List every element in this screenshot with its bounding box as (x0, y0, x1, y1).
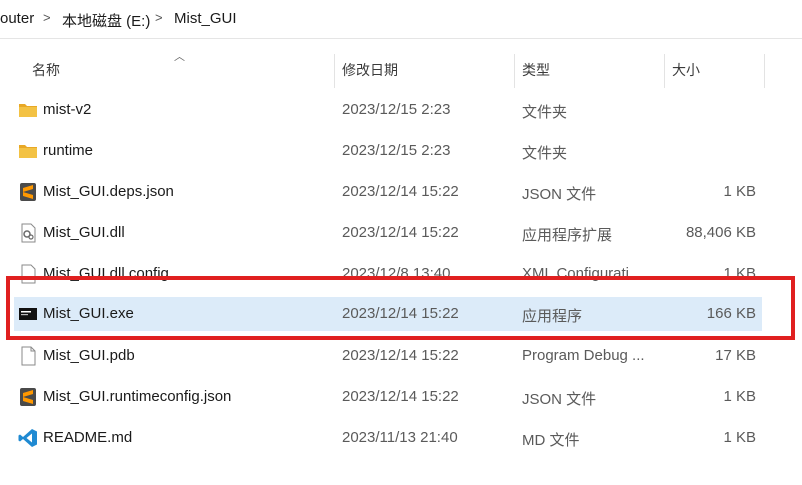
column-divider[interactable] (664, 54, 665, 88)
breadcrumb-item-drive[interactable]: 本地磁盘 (E:) (62, 10, 150, 31)
dll-file-icon (21, 223, 36, 243)
file-size: 1 KB (723, 429, 756, 446)
config-file-icon (21, 264, 36, 284)
sort-ascending-icon: ︿ (174, 51, 185, 63)
file-name: Mist_GUI.deps.json (43, 183, 174, 200)
file-row-mist-v2[interactable]: mist-v2 2023/12/15 2:23 文件夹 (14, 93, 762, 127)
column-divider[interactable] (334, 54, 335, 88)
breadcrumb-item-folder[interactable]: Mist_GUI (174, 10, 237, 27)
file-type: JSON 文件 (522, 186, 597, 203)
file-modified: 2023/12/14 15:22 (342, 388, 459, 405)
file-type: 应用程序扩展 (522, 227, 613, 244)
file-modified: 2023/11/13 21:40 (342, 429, 458, 446)
file-size: 88,406 KB (685, 224, 756, 241)
file-type: 应用程序 (522, 308, 583, 325)
file-modified: 2023/12/14 15:22 (342, 183, 459, 200)
sublime-file-icon (20, 388, 36, 406)
file-name: README.md (43, 429, 133, 446)
chevron-right-icon[interactable]: > (43, 10, 51, 25)
file-type: MD 文件 (522, 432, 580, 449)
file-type: 文件夹 (522, 145, 568, 162)
blank-file-icon (21, 346, 36, 366)
file-modified: 2023/12/15 2:23 (342, 101, 451, 118)
column-header-size[interactable]: 大小 (672, 60, 700, 80)
file-modified: 2023/12/14 15:22 (342, 305, 459, 322)
file-modified: 2023/12/14 15:22 (342, 347, 459, 364)
column-header-row: ︿ 名称 修改日期 类型 大小 (0, 42, 802, 92)
file-name: Mist_GUI.dll (43, 224, 125, 241)
column-divider[interactable] (514, 54, 515, 88)
column-header-name[interactable]: 名称 (32, 60, 60, 80)
chevron-right-icon[interactable]: > (155, 10, 163, 25)
file-row-readme[interactable]: README.md 2023/11/13 21:40 MD 文件 1 KB (14, 421, 762, 455)
file-modified: 2023/12/8 13:40 (342, 265, 451, 282)
file-row-dll[interactable]: Mist_GUI.dll 2023/12/14 15:22 应用程序扩展 88,… (14, 216, 762, 250)
file-type: JSON 文件 (522, 391, 597, 408)
file-name: Mist_GUI.exe (43, 305, 134, 322)
file-row-deps-json[interactable]: Mist_GUI.deps.json 2023/12/14 15:22 JSON… (14, 175, 762, 209)
sublime-file-icon (20, 183, 36, 201)
exe-app-icon (19, 308, 37, 320)
file-type: XML Configurati... (522, 265, 642, 282)
column-header-type[interactable]: 类型 (522, 60, 550, 80)
file-row-exe-selected[interactable]: Mist_GUI.exe 2023/12/14 15:22 应用程序 166 K… (14, 297, 762, 331)
file-type: Program Debug ... (522, 347, 645, 364)
file-size: 17 KB (715, 347, 756, 364)
file-row-runtime[interactable]: runtime 2023/12/15 2:23 文件夹 (14, 134, 762, 168)
file-name: Mist_GUI.dll.config (43, 265, 169, 282)
file-size: 1 KB (723, 183, 756, 200)
file-size: 166 KB (706, 305, 756, 322)
file-name: runtime (43, 142, 94, 159)
file-name: Mist_GUI.pdb (43, 347, 135, 364)
file-name: mist-v2 (43, 101, 92, 118)
file-modified: 2023/12/14 15:22 (342, 224, 459, 241)
breadcrumb-item-computer[interactable]: outer (0, 10, 34, 27)
file-size: 1 KB (723, 265, 756, 282)
file-row-runtimeconfig-json[interactable]: Mist_GUI.runtimeconfig.json 2023/12/14 1… (14, 380, 762, 414)
file-row-pdb[interactable]: Mist_GUI.pdb 2023/12/14 15:22 Program De… (14, 339, 762, 373)
vscode-file-icon (18, 429, 37, 447)
column-divider[interactable] (764, 54, 765, 88)
file-type: 文件夹 (522, 104, 568, 121)
file-name: Mist_GUI.runtimeconfig.json (43, 388, 232, 405)
folder-icon (19, 104, 37, 117)
file-row-dll-config[interactable]: Mist_GUI.dll.config 2023/12/8 13:40 XML … (14, 257, 762, 291)
file-size: 1 KB (723, 388, 756, 405)
breadcrumb: outer > 本地磁盘 (E:) > Mist_GUI (0, 0, 802, 39)
folder-icon (19, 145, 37, 158)
file-modified: 2023/12/15 2:23 (342, 142, 451, 159)
column-header-modified[interactable]: 修改日期 (342, 60, 398, 80)
